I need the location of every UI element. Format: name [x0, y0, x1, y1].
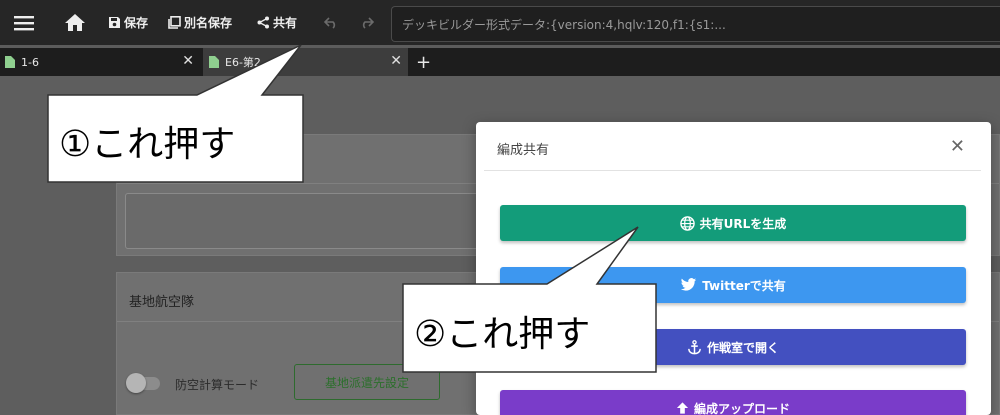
close-icon[interactable]: ✕: [950, 138, 965, 156]
copy-icon: [168, 16, 181, 29]
add-tab-icon[interactable]: +: [416, 48, 431, 76]
deck-data-value: デッキビルダー形式データ:{version:4,hqlv:120,f1:{s1:…: [402, 17, 726, 32]
modal-divider: [484, 170, 981, 171]
generate-share-url-label: 共有URLを生成: [699, 216, 787, 231]
callout-second: ②これ押す: [402, 226, 662, 374]
callout-first-text: ①これ押す: [59, 124, 236, 165]
aa-mode-label: 防空計算モード: [175, 378, 260, 392]
twitter-icon: [680, 278, 697, 291]
top-toolbar: 保存 別名保存 共有 デッキビルダー形式データ:{version:4,hqlv:…: [0, 0, 1000, 45]
save-as-label: 別名保存: [184, 16, 233, 30]
tab-close-icon[interactable]: ✕: [390, 54, 402, 68]
undo-icon[interactable]: [324, 0, 338, 45]
upload-arrow-icon: [676, 402, 689, 414]
upload-fleet-button[interactable]: 編成アップロード: [500, 390, 966, 415]
callout-first: ①これ押す: [47, 44, 307, 184]
save-button[interactable]: 保存: [108, 0, 148, 45]
save-as-button[interactable]: 別名保存: [168, 0, 232, 45]
globe-icon: [679, 215, 695, 231]
share-icon: [257, 16, 269, 29]
floppy-icon: [109, 17, 120, 28]
upload-fleet-label: 編成アップロード: [693, 401, 790, 415]
tab-label: 1-6: [21, 55, 39, 69]
open-strategy-room-label: 作戦室で開く: [706, 340, 779, 355]
redo-icon[interactable]: [360, 0, 374, 45]
share-label: 共有: [273, 16, 298, 30]
aa-mode-toggle-knob[interactable]: [126, 373, 146, 393]
air-base-title: 基地航空隊: [129, 295, 195, 310]
twitter-share-label: Twitterで共有: [702, 278, 786, 293]
file-icon: [5, 56, 15, 68]
deck-data-input[interactable]: デッキビルダー形式データ:{version:4,hqlv:120,f1:{s1:…: [391, 6, 1000, 42]
home-icon[interactable]: [62, 0, 88, 45]
share-button[interactable]: 共有: [257, 0, 297, 45]
save-label: 保存: [124, 16, 149, 30]
modal-title: 編成共有: [497, 143, 550, 158]
anchor-icon: [688, 339, 701, 354]
callout-second-text: ②これ押す: [414, 314, 591, 355]
hamburger-icon[interactable]: [10, 0, 38, 45]
